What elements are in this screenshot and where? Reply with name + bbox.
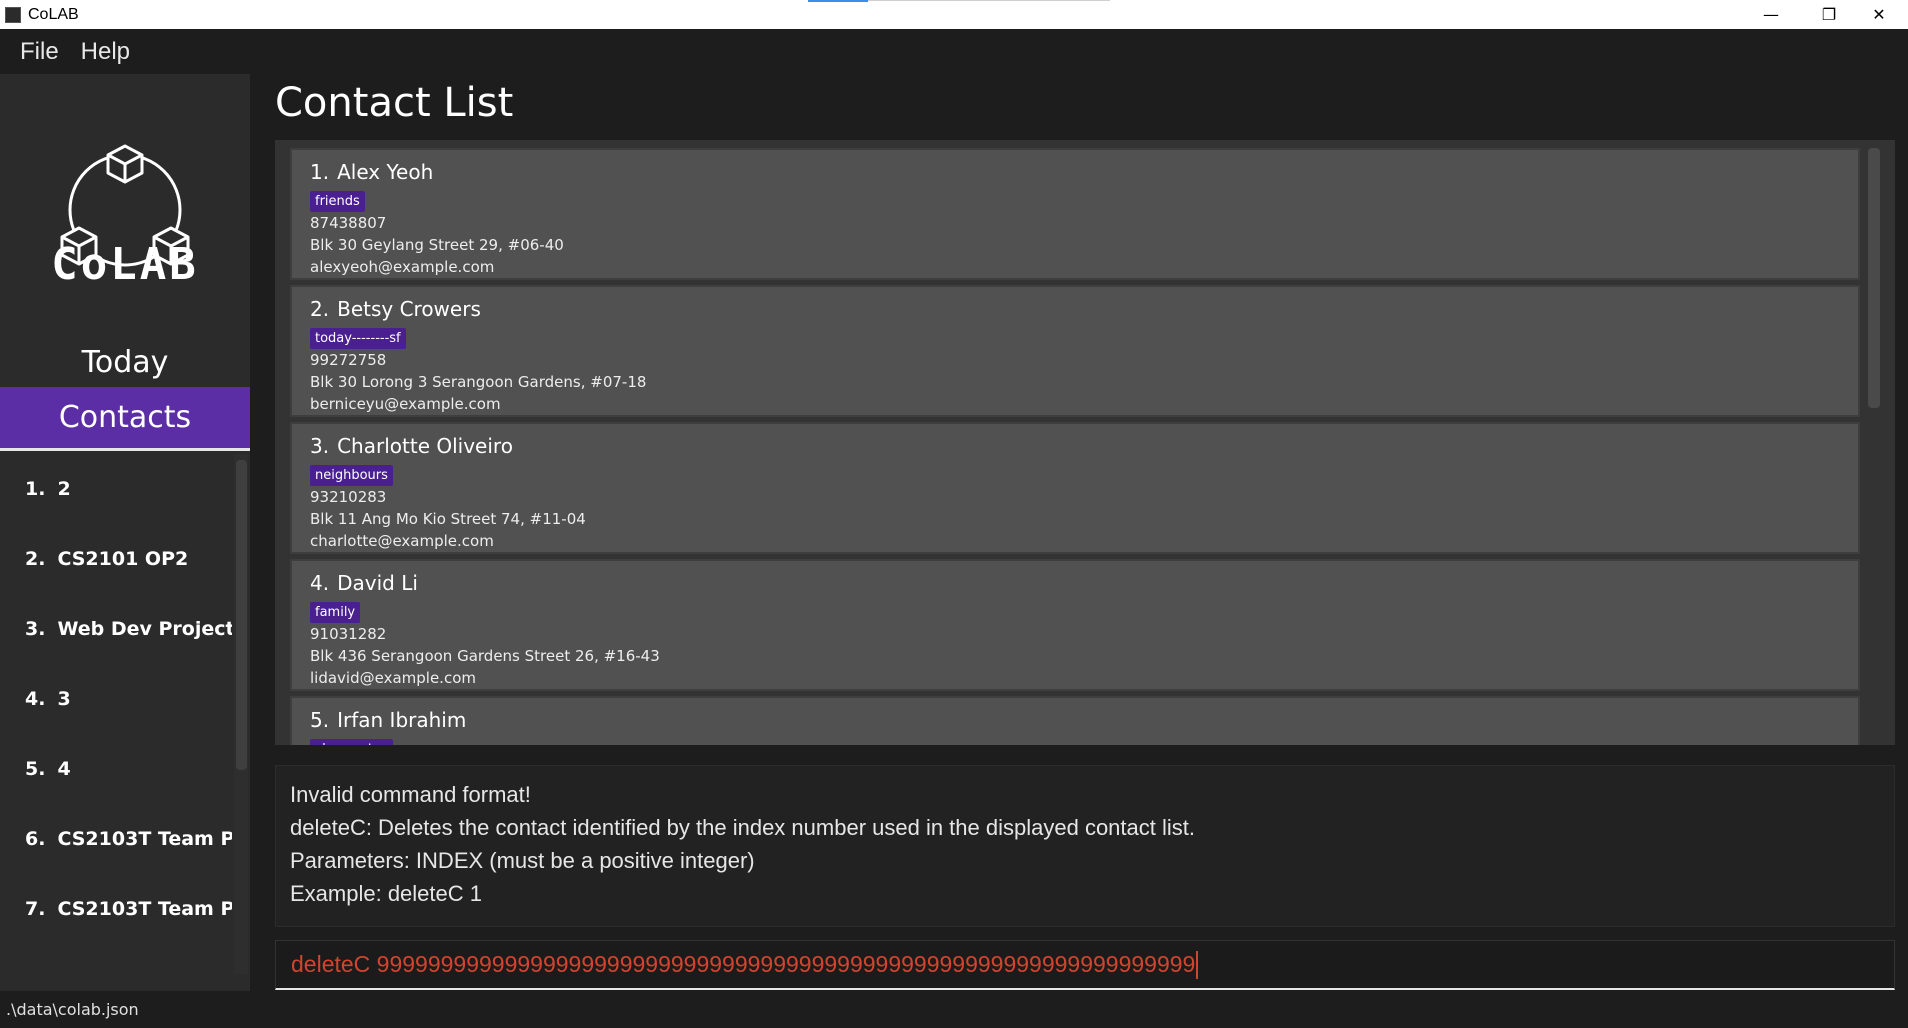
page-title: Contact List <box>275 80 514 126</box>
result-line: deleteC: Deletes the contact identified … <box>290 815 1195 840</box>
sidebar-scrollbar-thumb[interactable] <box>236 460 247 770</box>
contact-name: Betsy Crowers <box>337 297 481 321</box>
project-item[interactable]: 4. 3 <box>0 664 232 734</box>
contact-name: David Li <box>337 571 418 595</box>
contact-list-scrollbar[interactable] <box>1868 148 1880 408</box>
project-name: 2 <box>57 478 71 500</box>
contact-card[interactable]: 3. Charlotte Oliveiro neighbours 93210283… <box>290 422 1860 554</box>
command-input[interactable]: deleteC 99999999999999999999999999999999… <box>275 940 1895 990</box>
project-name: Web Dev Project <box>57 618 232 640</box>
contact-phone: 93210283 <box>310 488 387 506</box>
logo-text: CoLAB <box>51 239 199 290</box>
contact-name: Irfan Ibrahim <box>337 708 467 732</box>
contact-tag: classmates <box>310 739 393 745</box>
contact-card[interactable]: 2. Betsy Crowers today--------sf 99272758… <box>290 285 1860 417</box>
sidebar: CoLAB Today Contacts 1. 2 2. CS2101 OP2 3.… <box>0 74 250 991</box>
nav-contacts[interactable]: Contacts <box>0 387 250 451</box>
nav-today[interactable]: Today <box>0 330 250 394</box>
contact-card[interactable]: 4. David Li family 91031282 Blk 436 Seran… <box>290 559 1860 691</box>
title-bar: CoLAB — ❐ ✕ <box>0 0 1908 29</box>
contact-phone: 91031282 <box>310 625 387 643</box>
contact-tag: today--------sf <box>310 328 406 349</box>
contact-tag: friends <box>310 191 365 212</box>
project-name: CS2101 OP2 <box>57 548 189 570</box>
project-name: CS2103T Team Pro.. <box>57 898 232 920</box>
contact-tag: family <box>310 602 361 623</box>
title-accent-line <box>868 0 1110 1</box>
contact-phone: 87438807 <box>310 214 387 232</box>
status-bar: .\data\colab.json <box>0 991 1908 1028</box>
project-item[interactable]: 3. Web Dev Project <box>0 594 232 664</box>
contact-email: berniceyu@example.com <box>310 395 501 413</box>
contact-phone: 99272758 <box>310 351 387 369</box>
contact-address: Blk 436 Serangoon Gardens Street 26, #16… <box>310 647 660 665</box>
contact-email: alexyeoh@example.com <box>310 258 495 276</box>
contact-name: Alex Yeoh <box>337 160 434 184</box>
contact-address: Blk 30 Geylang Street 29, #06-40 <box>310 236 564 254</box>
contact-tag: neighbours <box>310 465 393 486</box>
project-name: 3 <box>57 688 71 710</box>
contact-name: Charlotte Oliveiro <box>337 434 513 458</box>
project-item[interactable]: 5. 4 <box>0 734 232 804</box>
menu-file[interactable]: File <box>20 38 59 66</box>
contact-card[interactable]: 1. Alex Yeoh friends 87438807 Blk 30 Geyl… <box>290 148 1860 280</box>
result-line: Example: deleteC 1 <box>290 881 482 906</box>
contact-email: lidavid@example.com <box>310 669 476 687</box>
contact-card[interactable]: 5.Irfan Ibrahim classmates <box>290 696 1860 745</box>
project-item[interactable]: 2. CS2101 OP2 <box>0 524 232 594</box>
close-button[interactable]: ✕ <box>1850 0 1908 29</box>
contact-list: 1. Alex Yeoh friends 87438807 Blk 30 Geyl… <box>275 140 1895 745</box>
project-item[interactable]: 7.CS2103T Team Pro.. <box>0 874 232 944</box>
app-icon <box>5 6 21 23</box>
project-item[interactable]: 1. 2 <box>0 454 232 524</box>
menu-help[interactable]: Help <box>81 38 130 66</box>
result-line: Parameters: INDEX (must be a positive in… <box>290 848 755 873</box>
result-line: Invalid command format! <box>290 782 531 807</box>
contact-address: Blk 30 Lorong 3 Serangoon Gardens, #07-1… <box>310 373 647 391</box>
menu-bar: File Help <box>0 29 1908 74</box>
project-name: 4 <box>57 758 71 780</box>
text-caret <box>1196 950 1199 979</box>
contact-address: Blk 11 Ang Mo Kio Street 74, #11-04 <box>310 510 586 528</box>
result-display: Invalid command format! deleteC: Deletes… <box>275 765 1895 927</box>
minimize-button[interactable]: — <box>1742 0 1800 29</box>
contact-email: charlotte@example.com <box>310 532 494 550</box>
title-accent <box>808 0 868 2</box>
window-title: CoLAB <box>28 5 79 23</box>
project-name: CS2103T Team Pro.. <box>57 828 232 850</box>
file-path: .\data\colab.json <box>6 1000 139 1019</box>
project-item[interactable]: 6.CS2103T Team Pro.. <box>0 804 232 874</box>
command-text: deleteC 99999999999999999999999999999999… <box>291 951 1196 977</box>
project-list: 1. 2 2. CS2101 OP2 3. Web Dev Project 4. 3 5… <box>0 454 232 974</box>
